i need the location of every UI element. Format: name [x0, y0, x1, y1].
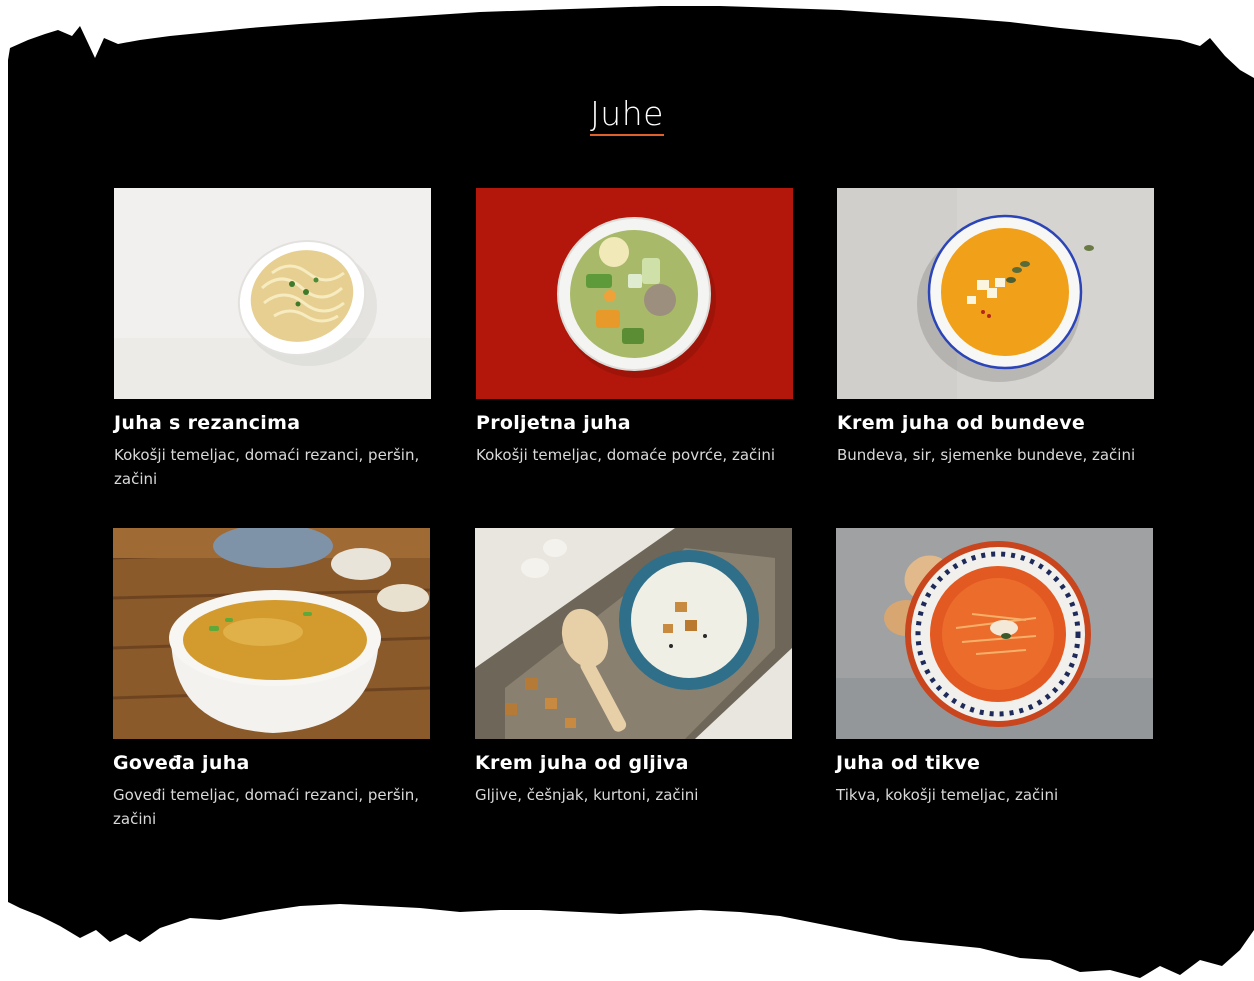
soup-description: Bundeva, sir, sjemenke bundeve, začini — [837, 446, 1136, 464]
soup-name[interactable]: Krem juha od bundeve — [837, 411, 1154, 435]
soup-name[interactable]: Proljetna juha — [476, 411, 793, 435]
soup-photo-pumpkin-cream[interactable] — [837, 188, 1154, 399]
soup-description: Tikva, kokošji temeljac, začini — [836, 786, 1059, 804]
section-title-text: Juhe — [590, 96, 664, 136]
soup-photo-mushroom-cream[interactable] — [475, 528, 792, 739]
soup-card[interactable]: Proljetna juha Kokošji temeljac, domaće … — [476, 188, 793, 467]
soup-card[interactable]: Juha s rezancima Kokošji temeljac, domać… — [114, 188, 431, 491]
soup-photo-squash[interactable] — [836, 528, 1153, 739]
soup-name[interactable]: Krem juha od gljiva — [475, 751, 792, 775]
soup-name[interactable]: Juha od tikve — [836, 751, 1153, 775]
soups-page: Juhe Juha s rezancima Kokošji temeljac, … — [0, 0, 1254, 981]
soup-description: Gljive, češnjak, kurtoni, začini — [475, 786, 699, 804]
soup-card[interactable]: Juha od tikve Tikva, kokošji temeljac, z… — [836, 528, 1153, 807]
soup-description: Goveđi temeljac, domaći rezanci, peršin,… — [113, 786, 420, 828]
soup-description: Kokošji temeljac, domaći rezanci, peršin… — [114, 446, 420, 488]
soup-name[interactable]: Goveđa juha — [113, 751, 430, 775]
soup-description: Kokošji temeljac, domaće povrće, začini — [476, 446, 776, 464]
soup-name[interactable]: Juha s rezancima — [114, 411, 431, 435]
soup-card[interactable]: Krem juha od gljiva Gljive, češnjak, kur… — [475, 528, 792, 807]
soup-photo-beef-broth[interactable] — [113, 528, 430, 739]
soup-card[interactable]: Krem juha od bundeve Bundeva, sir, sjeme… — [837, 188, 1154, 467]
soup-photo-spring-vegetable[interactable] — [476, 188, 793, 399]
section-title: Juhe — [0, 96, 1254, 136]
soup-card[interactable]: Goveđa juha Goveđi temeljac, domaći reza… — [113, 528, 430, 831]
soup-photo-noodle[interactable] — [114, 188, 431, 399]
